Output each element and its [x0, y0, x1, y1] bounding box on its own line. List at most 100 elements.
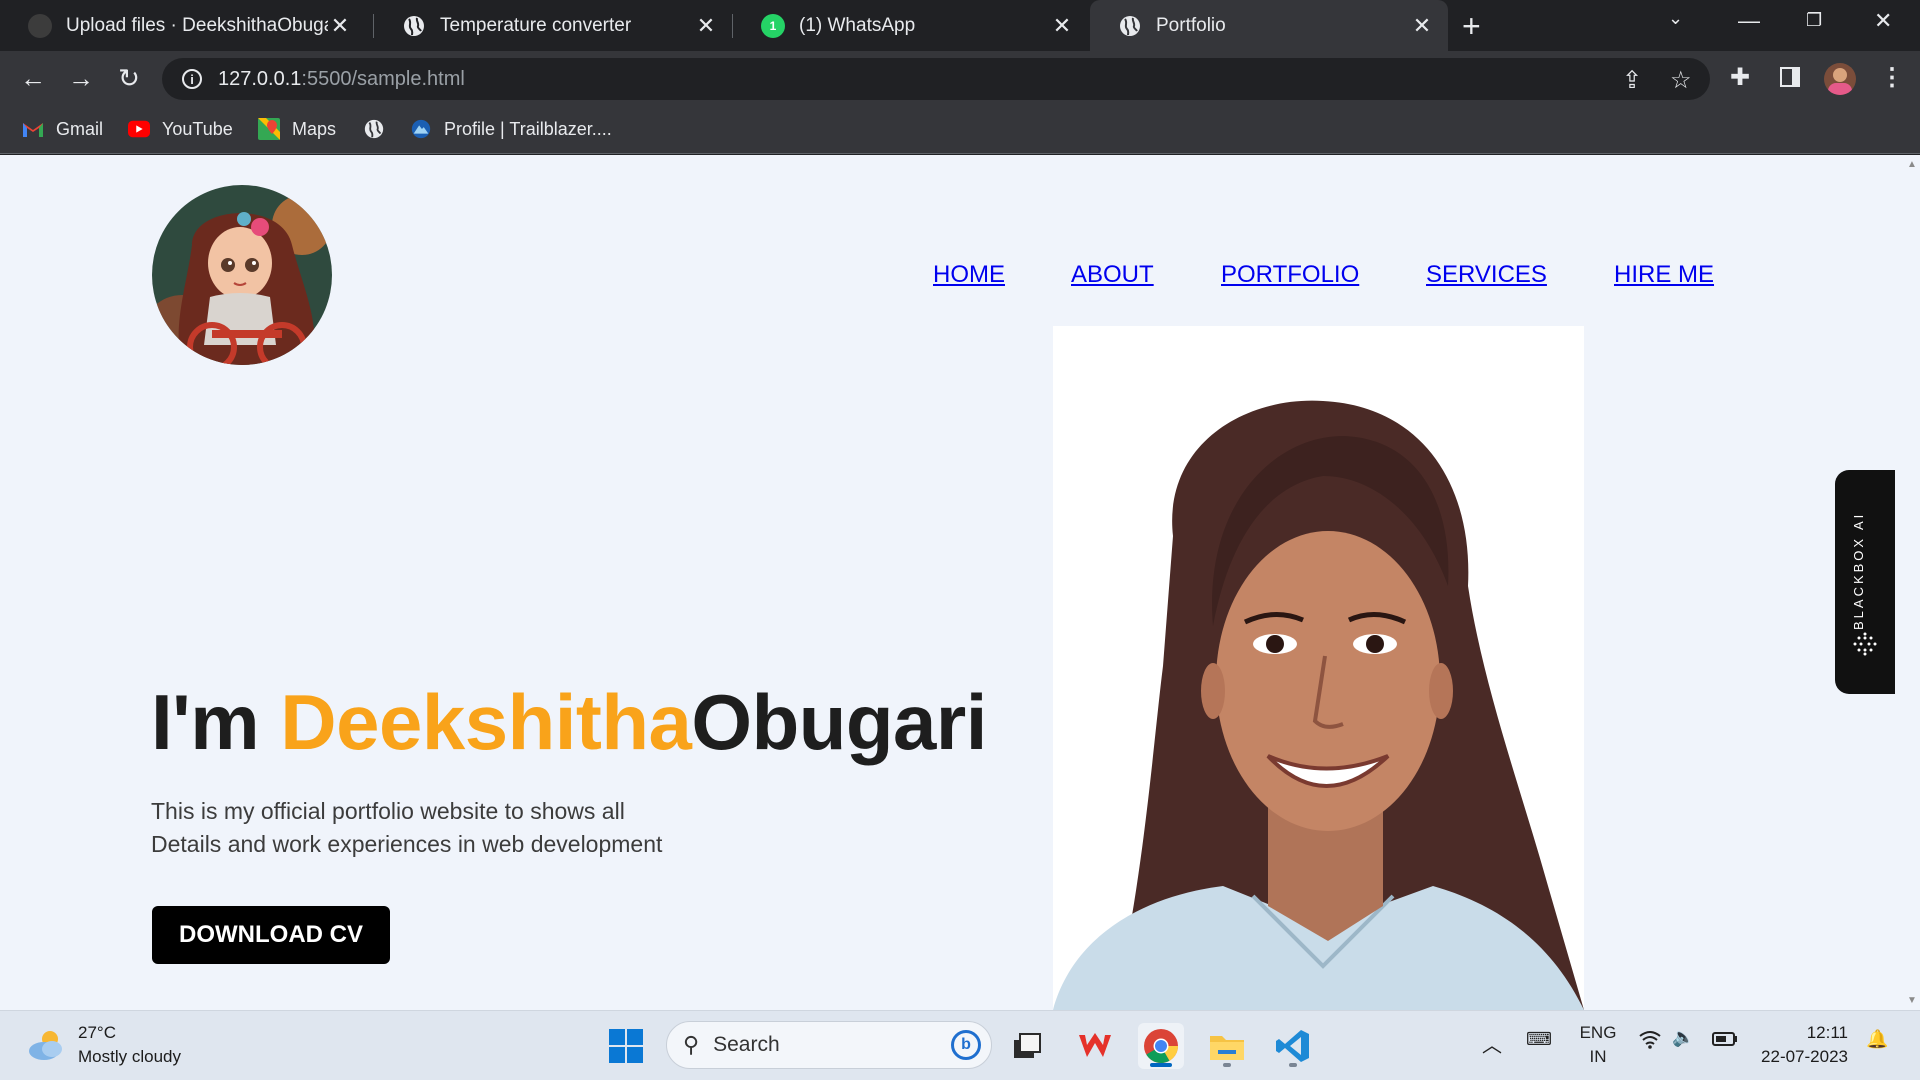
nav-portfolio[interactable]: PORTFOLIO [1221, 261, 1359, 289]
search-placeholder: Search [713, 1033, 780, 1056]
github-icon [28, 13, 52, 38]
url-path: :5500/sample.html [301, 67, 465, 90]
system-clock[interactable]: 12:11 22-07-2023 [1752, 1021, 1848, 1069]
show-hidden-icons-icon[interactable]: ︿ [1482, 1029, 1502, 1058]
clock-time: 12:11 [1806, 1023, 1848, 1042]
globe-icon [363, 118, 385, 140]
youtube-icon [128, 118, 150, 140]
reload-icon[interactable]: ↻ [114, 63, 144, 94]
globe-icon [402, 14, 426, 38]
bookmark-star-icon[interactable]: ☆ [1670, 66, 1692, 95]
tab-upload-files[interactable]: Upload files · DeekshithaObugari ✕ [0, 0, 366, 51]
hero-description-line: Details and work experiences in web deve… [151, 831, 663, 857]
hero-first-name: Deekshitha [280, 678, 692, 766]
tab-title: (1) WhatsApp [799, 14, 916, 36]
trailblazer-icon [410, 118, 432, 140]
blackbox-dots-icon [1853, 632, 1877, 656]
windows-taskbar: 27°C Mostly cloudy ⚲ Search b ︿ ⌨ ENG IN… [0, 1010, 1920, 1080]
bookmarks-bar: Gmail YouTube Maps Profile | Trailblazer… [0, 106, 1920, 154]
taskbar-vscode[interactable] [1270, 1023, 1316, 1069]
blackbox-ai-label: BLACKBOX AI [1851, 511, 1866, 630]
nav-services[interactable]: SERVICES [1426, 261, 1547, 289]
bookmark-youtube[interactable]: YouTube [128, 118, 233, 140]
close-tab-icon[interactable]: ✕ [328, 13, 352, 39]
scroll-down-icon[interactable]: ▼ [1907, 995, 1917, 1006]
profile-photo [1053, 326, 1584, 1010]
windows-logo-icon [609, 1029, 643, 1063]
folder-icon [1210, 1036, 1244, 1060]
task-view-button[interactable] [1004, 1023, 1050, 1069]
bookmark-trailblazer[interactable]: Profile | Trailblazer.... [410, 118, 612, 140]
site-info-icon[interactable]: i [182, 69, 202, 89]
new-tab-button[interactable]: + [1462, 8, 1481, 45]
keyboard-icon[interactable]: ⌨ [1526, 1029, 1552, 1050]
bookmark-gmail[interactable]: Gmail [22, 118, 103, 140]
bookmark-label: Profile | Trailblazer.... [444, 118, 612, 139]
globe-icon [1118, 14, 1142, 38]
taskbar-file-explorer[interactable] [1204, 1023, 1250, 1069]
menu-kebab-icon[interactable]: ⋮ [1880, 63, 1904, 92]
nav-about[interactable]: ABOUT [1071, 261, 1154, 289]
tab-title: Portfolio [1156, 14, 1226, 36]
page-viewport: HOME ABOUT PORTFOLIO SERVICES HIRE ME I'… [0, 155, 1920, 1010]
profile-avatar[interactable] [1824, 63, 1856, 95]
nav-home[interactable]: HOME [933, 261, 1005, 289]
tab-portfolio[interactable]: Portfolio ✕ [1090, 0, 1448, 51]
search-icon: ⚲ [683, 1032, 700, 1057]
wifi-icon[interactable] [1638, 1029, 1662, 1054]
side-panel-icon[interactable] [1780, 67, 1800, 87]
extensions-icon[interactable]: ✚ [1730, 63, 1750, 92]
weather-widget[interactable]: 27°C Mostly cloudy [26, 1021, 181, 1069]
blackbox-ai-widget[interactable]: BLACKBOX AI [1835, 470, 1895, 694]
url-host: 127.0.0.1 [218, 67, 302, 90]
minimize-icon[interactable]: — [1738, 8, 1760, 34]
bookmark-globe[interactable] [363, 118, 397, 140]
nav-hire-me[interactable]: HIRE ME [1614, 261, 1714, 289]
tab-temperature-converter[interactable]: Temperature converter ✕ [374, 0, 732, 51]
running-indicator [1223, 1063, 1231, 1067]
hero-description-line: This is my official portfolio website to… [151, 798, 625, 824]
gmail-icon [22, 118, 44, 140]
close-window-icon[interactable]: ✕ [1874, 8, 1892, 34]
tab-title: Temperature converter [440, 14, 632, 36]
chrome-icon [1144, 1029, 1178, 1063]
hero-description: This is my official portfolio website to… [151, 795, 711, 861]
cloudy-weather-icon [29, 1031, 62, 1060]
hero-last-name: Obugari [691, 678, 987, 766]
task-view-icon [1014, 1033, 1041, 1058]
address-bar[interactable]: i 127.0.0.1:5500/sample.html ⇪ ☆ [162, 58, 1710, 100]
forward-icon[interactable]: → [66, 63, 96, 94]
close-tab-icon[interactable]: ✕ [1050, 13, 1074, 39]
notifications-icon[interactable]: 🔔 [1866, 1029, 1888, 1050]
back-icon[interactable]: ← [18, 63, 48, 94]
taskbar-search[interactable]: ⚲ Search b [666, 1021, 992, 1069]
running-indicator [1150, 1063, 1172, 1067]
start-button[interactable] [603, 1023, 649, 1069]
weather-description: Mostly cloudy [78, 1047, 181, 1066]
tab-whatsapp[interactable]: 1 (1) WhatsApp ✕ [733, 0, 1088, 51]
scroll-up-icon[interactable]: ▲ [1907, 159, 1917, 170]
region-code: IN [1589, 1047, 1607, 1066]
close-tab-icon[interactable]: ✕ [1410, 13, 1434, 39]
browser-toolbar: ← → ↻ i 127.0.0.1:5500/sample.html ⇪ ☆ ✚… [0, 51, 1920, 106]
bookmark-label: Maps [292, 118, 337, 139]
volume-icon[interactable]: 🔈 [1672, 1027, 1694, 1048]
taskbar-chrome[interactable] [1138, 1023, 1184, 1069]
language-indicator[interactable]: ENG IN [1578, 1021, 1618, 1069]
tab-search-icon[interactable]: ⌄ [1668, 8, 1683, 29]
whatsapp-icon: 1 [761, 13, 785, 38]
hero-title: I'm DeekshithaObugari [151, 677, 987, 768]
restore-icon[interactable]: ❐ [1806, 10, 1822, 31]
bookmark-maps[interactable]: Maps [258, 118, 336, 140]
running-indicator [1289, 1063, 1297, 1067]
battery-icon[interactable] [1712, 1031, 1738, 1052]
download-cv-button[interactable]: DOWNLOAD CV [152, 906, 390, 964]
bing-icon: b [951, 1030, 981, 1060]
page-scrollbar[interactable]: ▲ ▼ [1904, 155, 1920, 1010]
weather-temperature: 27°C [78, 1023, 116, 1042]
taskbar-wps-office[interactable] [1072, 1023, 1118, 1069]
close-tab-icon[interactable]: ✕ [694, 13, 718, 39]
logo-avatar[interactable] [152, 185, 332, 365]
share-icon[interactable]: ⇪ [1622, 66, 1642, 95]
tab-strip: Upload files · DeekshithaObugari ✕ Tempe… [0, 0, 1920, 51]
